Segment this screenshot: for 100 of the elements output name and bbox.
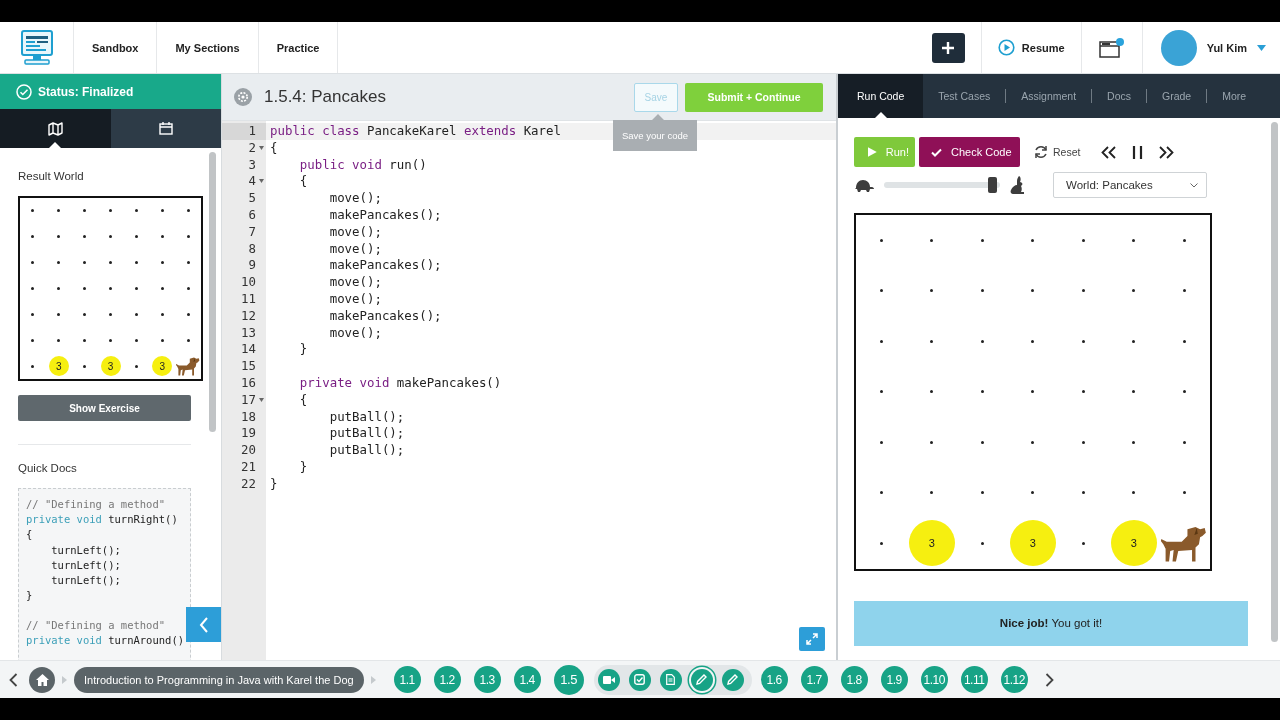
pause-icon	[1132, 145, 1144, 159]
panel-tab[interactable]	[0, 109, 111, 148]
line-number: 20	[240, 442, 257, 459]
pause-button[interactable]	[1132, 145, 1144, 159]
line-number: 22	[240, 475, 257, 493]
lesson-button[interactable]: 1.6	[760, 666, 788, 693]
lesson-button[interactable]: 1.3	[473, 666, 501, 693]
code-line: move();	[328, 223, 382, 239]
nav-link[interactable]: Sandbox	[73, 22, 157, 73]
rabbit-icon	[1010, 175, 1025, 195]
grid-dot	[31, 235, 35, 239]
lesson-button[interactable]: 1.7	[800, 666, 828, 693]
message-text: Nice job! You got it!	[999, 617, 1103, 629]
lesson-button[interactable]: 1.2	[433, 666, 461, 693]
tab[interactable]: Grade	[1147, 74, 1207, 118]
lesson-button[interactable]: 1.12	[1000, 666, 1028, 693]
activity-button[interactable]	[628, 668, 651, 691]
grid-dot	[135, 338, 138, 342]
user-menu[interactable]: Yul Kim	[1142, 22, 1280, 73]
lesson-button[interactable]: 1.4	[513, 666, 541, 693]
nav-link[interactable]: Practice	[257, 22, 339, 73]
code-line: move();	[328, 274, 382, 290]
grid-dot	[83, 261, 87, 265]
grid-dot	[1081, 541, 1085, 545]
home-button[interactable]	[29, 666, 55, 693]
show-exercise-button[interactable]: Show Exercise	[18, 395, 191, 422]
tab[interactable]: Assignment	[1006, 74, 1092, 118]
collapse-button[interactable]	[186, 607, 221, 642]
lesson-button[interactable]: 1.9	[880, 666, 908, 693]
grid-dot	[930, 339, 934, 343]
computer-logo-icon[interactable]	[19, 28, 54, 67]
activity-button[interactable]	[659, 668, 682, 691]
speed-slider[interactable]	[884, 177, 1000, 193]
grid-dot	[1132, 491, 1136, 495]
double-chevron-right-icon	[1158, 145, 1175, 159]
lesson-button[interactable]: 1.8	[840, 666, 868, 693]
next-button[interactable]	[1044, 672, 1054, 687]
check-code-button[interactable]: Check Code	[919, 137, 1020, 167]
grid-dot	[31, 338, 35, 342]
grid-dot	[1182, 238, 1186, 242]
lesson-button[interactable]: 1.1	[393, 666, 421, 693]
nav-link[interactable]: My Sections	[156, 22, 258, 73]
activity-button[interactable]	[597, 668, 620, 691]
code-line: public void run()	[298, 156, 427, 172]
course-breadcrumb[interactable]: Introduction to Programming in Java with Karel the Dog	[74, 666, 364, 693]
fold-caret-icon[interactable]	[259, 145, 264, 150]
code-line: putBall();	[328, 442, 405, 458]
grid-dot	[31, 364, 35, 368]
exercise-title: 1.5.4: Pancakes	[264, 87, 387, 107]
scrollbar[interactable]	[1270, 122, 1278, 642]
back-button[interactable]	[9, 672, 18, 687]
rewind-button[interactable]	[1101, 145, 1118, 159]
grid-dot	[1031, 339, 1035, 343]
chevron-left-icon	[198, 616, 209, 633]
turtle-icon	[854, 178, 874, 192]
code-line: putBall();	[328, 425, 405, 441]
line-number: 16	[240, 374, 257, 392]
step-forward-button[interactable]	[1158, 145, 1175, 159]
tab[interactable]: More	[1207, 74, 1262, 118]
line-number: 2	[222, 139, 266, 157]
tab[interactable]: Test Cases	[923, 74, 1006, 118]
ball: 3	[1110, 520, 1157, 567]
world-dropdown[interactable]: World: Pancakes	[1053, 172, 1207, 198]
ball: 3	[152, 356, 173, 377]
reset-button[interactable]: Reset	[1028, 144, 1087, 160]
chevron-right-icon	[1044, 672, 1054, 687]
grid-dot	[109, 338, 113, 342]
line-number: 4	[222, 173, 266, 191]
browser-window-icon[interactable]	[1098, 36, 1125, 59]
panel-tab[interactable]	[110, 109, 221, 148]
tab[interactable]: Docs	[1092, 74, 1146, 118]
grid-dot	[83, 364, 87, 368]
activity-button[interactable]	[721, 668, 744, 691]
resume-button[interactable]: Resume	[980, 22, 1082, 73]
grid-dot	[1182, 289, 1186, 293]
grid-dot	[83, 313, 87, 316]
code-line: }	[298, 458, 308, 474]
scrollbar[interactable]	[208, 152, 216, 432]
lesson-button[interactable]: 1.5	[553, 664, 584, 695]
grid-dot	[160, 209, 164, 213]
grid-dot	[1132, 390, 1136, 394]
grid-dot	[109, 313, 113, 316]
grid-dot	[1182, 390, 1186, 394]
grid-dot	[980, 238, 984, 242]
grid-dot	[109, 209, 113, 213]
lesson-button[interactable]: 1.10	[920, 666, 948, 693]
caret-icon	[1257, 44, 1266, 51]
grid-dot	[1081, 238, 1085, 242]
grid-dot	[135, 261, 138, 265]
grid-dot	[980, 491, 984, 495]
grid-dot	[57, 209, 61, 213]
tab[interactable]: Run Code	[838, 74, 924, 118]
activity-button[interactable]	[690, 668, 713, 691]
fold-caret-icon[interactable]	[259, 397, 264, 402]
slider-thumb[interactable]	[987, 177, 997, 193]
lesson-button[interactable]: 1.11	[960, 666, 988, 693]
add-button[interactable]	[931, 32, 965, 63]
line-number: 15	[240, 358, 257, 375]
grid-dot	[83, 235, 87, 239]
fold-caret-icon[interactable]	[259, 179, 264, 184]
